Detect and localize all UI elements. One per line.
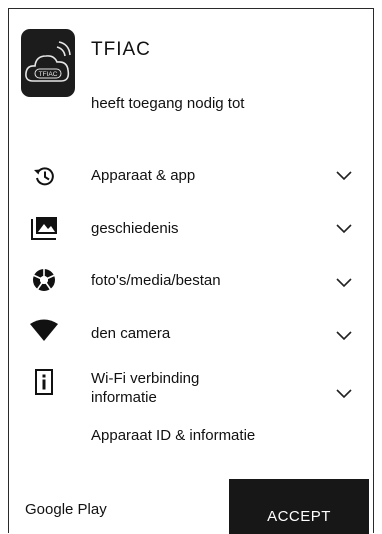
permission-label: Apparaat & app <box>91 167 196 184</box>
chevron-down-icon[interactable] <box>335 330 353 342</box>
photo-icon <box>29 213 59 243</box>
permission-item-media[interactable]: foto's/media/bestan <box>9 265 373 295</box>
permission-dialog: TFIAC TFIAC heeft toegang nodig tot Appa… <box>8 8 374 534</box>
camera-shutter-icon <box>29 265 59 295</box>
permission-item-history[interactable]: geschiedenis <box>9 213 373 243</box>
chevron-down-icon[interactable] <box>335 223 353 235</box>
history-icon <box>29 161 59 191</box>
permission-detail-device-id: Apparaat ID & informatie <box>91 427 256 444</box>
permission-label-line2: informatie <box>91 389 157 406</box>
permission-item-wifi-info[interactable]: Wi-Fi verbinding informatie <box>9 367 373 411</box>
app-name: TFIAC <box>91 39 151 60</box>
chevron-down-icon[interactable] <box>335 277 353 289</box>
accept-button[interactable]: ACCEPT <box>229 479 369 534</box>
tfiac-cloud-wifi-icon: TFIAC <box>21 29 75 97</box>
permission-item-camera[interactable]: den camera <box>9 317 373 347</box>
permission-label: foto's/media/bestan <box>91 272 221 289</box>
permission-label: geschiedenis <box>91 220 179 237</box>
permission-item-device-app[interactable]: Apparaat & app <box>9 161 373 191</box>
google-play-label: Google Play <box>25 501 107 518</box>
permission-subtitle: heeft toegang nodig tot <box>91 95 245 112</box>
chevron-down-icon[interactable] <box>335 388 353 400</box>
device-info-icon <box>29 367 59 397</box>
permission-label: den camera <box>91 325 171 342</box>
app-icon-text: TFIAC <box>39 71 58 78</box>
wifi-icon <box>29 317 59 347</box>
permission-label-line1: Wi-Fi verbinding <box>91 370 200 387</box>
chevron-down-icon[interactable] <box>335 170 353 182</box>
